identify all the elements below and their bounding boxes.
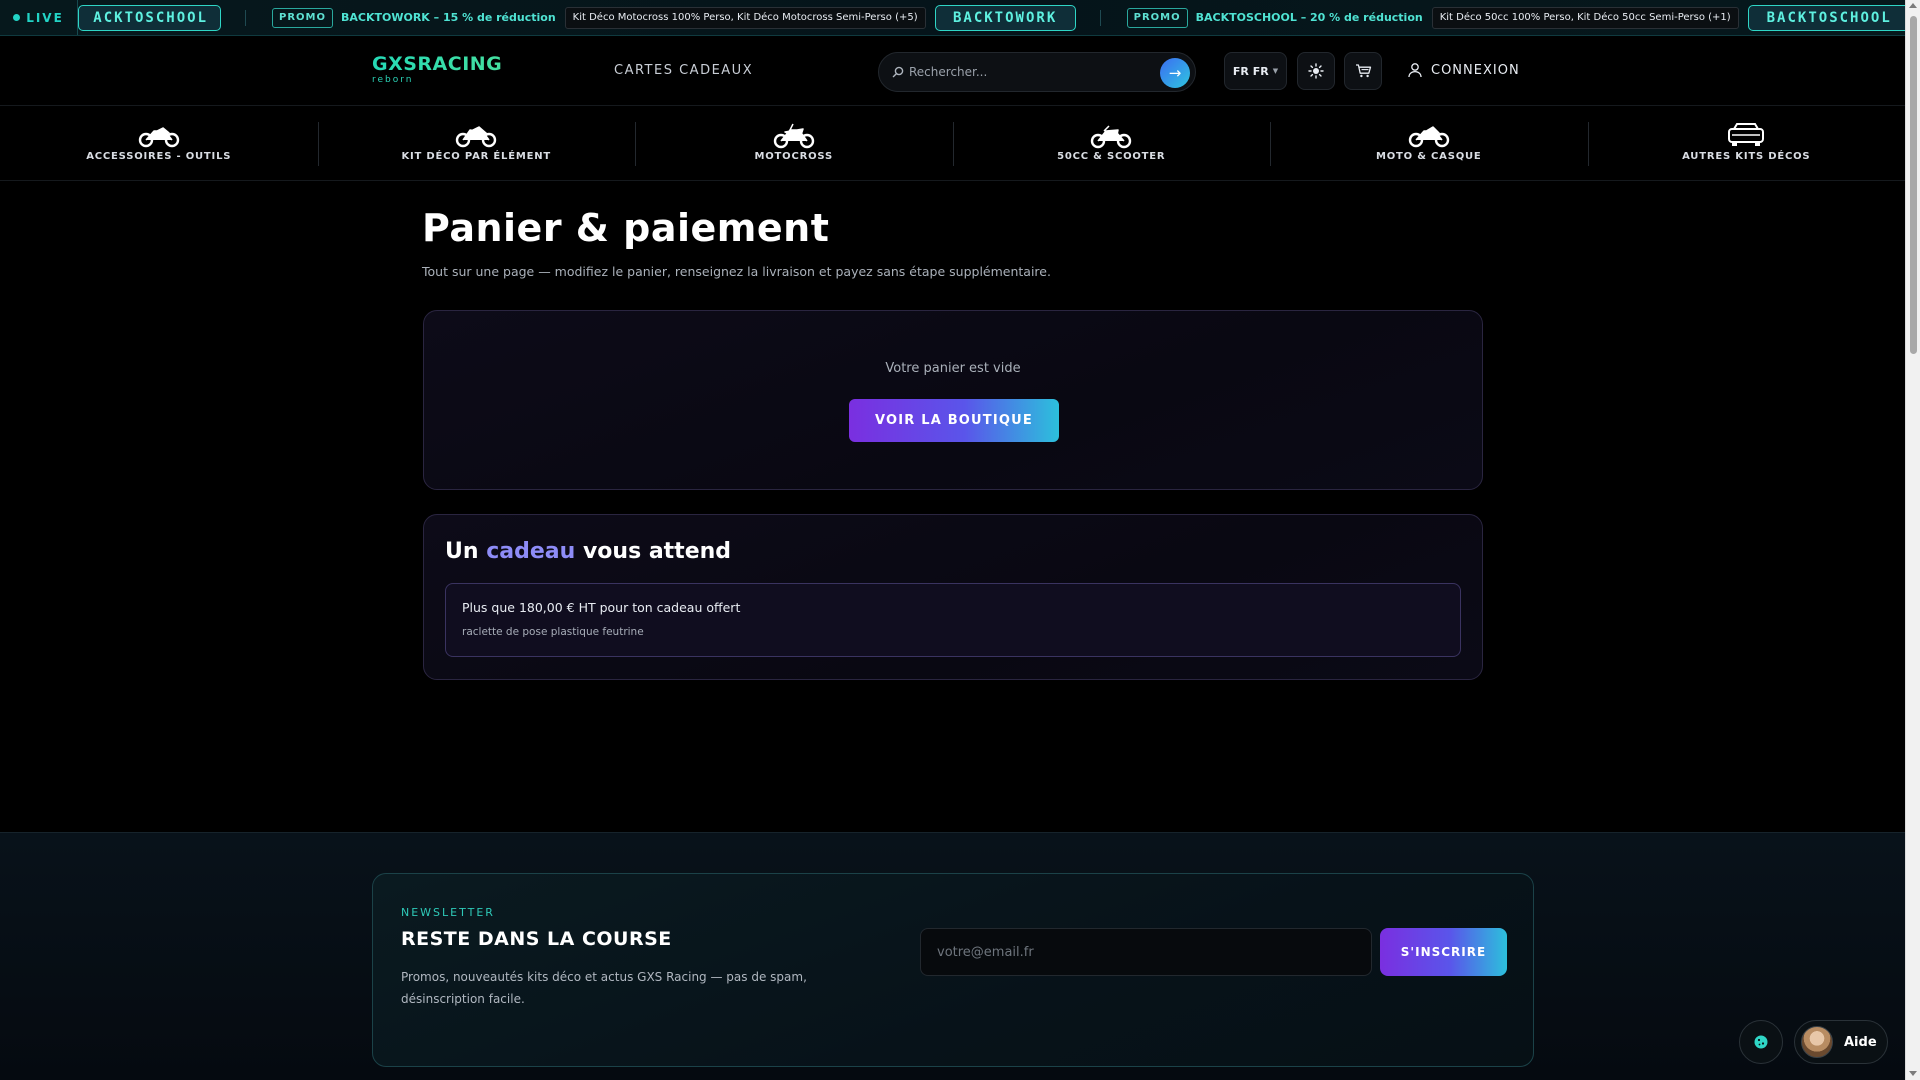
help-label: Aide [1844,1034,1877,1050]
gift-panel: Un cadeau vous attend Plus que 180,00 € … [423,514,1483,680]
login-link[interactable]: CONNEXION [1407,62,1520,78]
newsletter-panel: NEWSLETTER RESTE DANS LA COURSE Promos, … [372,873,1534,1067]
sport-bike-icon [1408,125,1449,147]
cart-icon [1355,64,1371,78]
category-label: MOTO & CASQUE [1375,150,1482,162]
cart-panel: Votre panier est vide VOIR LA BOUTIQUE [423,310,1483,490]
cookie-icon [1754,1035,1768,1049]
live-indicator: LIVE [0,0,78,35]
promo-tag: PROMO [272,7,333,28]
ticker-divider [1099,9,1101,26]
gift-threshold-text: Plus que 180,00 € HT pour ton cadeau off… [462,600,741,615]
user-icon [1408,63,1422,78]
gift-title: Un cadeau vous attend [445,539,731,564]
sport-bike-icon [456,125,497,147]
promo-tag: PROMO [1126,7,1188,28]
page-title: Panier & paiement [422,206,830,250]
gift-title-end: vous attend [582,539,732,564]
gift-cards-link[interactable]: CARTES CADEAUX [614,63,753,78]
sun-icon [1308,63,1324,79]
avatar [1801,1026,1833,1058]
category-nav: ACCESSOIRES - OUTILS KIT DÉCO PAR ÉLÉMEN… [0,106,1905,181]
newsletter-email-field[interactable] [920,928,1372,976]
login-label: CONNEXION [1431,62,1520,78]
category-motocross[interactable]: MOTOCROSS [635,106,953,180]
cart-button[interactable] [1344,52,1382,90]
subscribe-button[interactable]: S'INSCRIRE [1380,928,1507,976]
category-moto-casque[interactable]: MOTO & CASQUE [1270,106,1588,180]
view-shop-button[interactable]: VOIR LA BOUTIQUE [849,399,1059,442]
category-accessoires-outils[interactable]: ACCESSOIRES - OUTILS [0,106,318,180]
live-label: LIVE [26,10,64,25]
gift-item-name: raclette de pose plastique feutrine [462,626,644,638]
page-subtitle: Tout sur une page — modifiez le panier, … [422,264,1051,279]
arrow-right-icon: → [1168,64,1182,82]
search-bar: → [878,52,1196,92]
promo-text: BACKTOSCHOOL – 20 % de réduction [1195,11,1423,24]
gift-title-start: Un [445,539,479,564]
newsletter-description: Promos, nouveautés kits déco et actus GX… [401,970,807,1006]
motocross-bike-icon [773,123,814,148]
category-50cc-scooter[interactable]: 50CC & SCOOTER [952,106,1271,180]
sport-bike-icon [138,126,179,147]
scroll-down-icon[interactable] [1909,1071,1917,1076]
category-autres-kits-decos[interactable]: AUTRES KITS DÉCOS [1587,106,1906,180]
category-label: MOTOCROSS [754,150,833,162]
logo-tagline: reborn [372,75,414,85]
promo-products[interactable]: Kit Déco Motocross 100% Perso, Kit Déco … [564,6,926,29]
ticker-divider [245,9,246,26]
category-label: AUTRES KITS DÉCOS [1682,150,1811,162]
chevron-down-icon: ▼ [1272,67,1279,75]
search-input[interactable] [909,65,1159,79]
search-icon [892,66,904,78]
promo-code-chip[interactable]: BACKTOSCHOOL [1747,4,1905,31]
promo-ticker: LIVE ACKTOSCHOOL PROMO BACKTOWORK – 15 %… [0,0,1905,36]
empty-cart-message: Votre panier est vide [885,361,1021,376]
category-label: KIT DÉCO PAR ÉLÉMENT [401,150,552,162]
promo-code-chip[interactable]: BACKTOWORK [934,4,1076,31]
language-selector[interactable]: FR FR ▼ [1224,52,1287,90]
gift-title-highlight: cadeau [486,539,576,564]
category-label: 50CC & SCOOTER [1057,150,1166,162]
newsletter-title: RESTE DANS LA COURSE [401,928,672,950]
dirt-bike-icon [1091,124,1132,148]
help-chat-button[interactable]: Aide [1794,1020,1888,1064]
site-logo[interactable]: GXSRACING reborn [372,54,502,85]
gift-progress-box: Plus que 180,00 € HT pour ton cadeau off… [445,583,1461,657]
logo-wordmark: GXSRACING [372,53,503,75]
car-icon [1728,122,1765,146]
category-label: ACCESSOIRES - OUTILS [86,150,232,162]
language-label: FR FR [1232,64,1269,78]
promo-products[interactable]: Kit Déco 50cc 100% Perso, Kit Déco 50cc … [1431,6,1739,29]
scroll-up-icon[interactable] [1909,3,1917,8]
footer-section: NEWSLETTER RESTE DANS LA COURSE Promos, … [0,832,1905,1080]
cookie-settings-button[interactable] [1739,1020,1783,1064]
category-kit-deco-par-element[interactable]: KIT DÉCO PAR ÉLÉMENT [317,106,636,180]
page-scrollbar[interactable] [1905,0,1920,1080]
search-submit-button[interactable]: → [1160,58,1190,88]
scrollbar-thumb[interactable] [1910,16,1917,354]
promo-text: BACKTOWORK – 15 % de réduction [340,11,556,24]
live-dot-icon [13,14,21,21]
promo-code-chip[interactable]: ACKTOSCHOOL [78,4,221,31]
newsletter-eyebrow: NEWSLETTER [401,906,495,919]
theme-toggle-button[interactable] [1297,52,1335,90]
site-header: GXSRACING reborn CARTES CADEAUX → FR FR … [0,36,1905,106]
